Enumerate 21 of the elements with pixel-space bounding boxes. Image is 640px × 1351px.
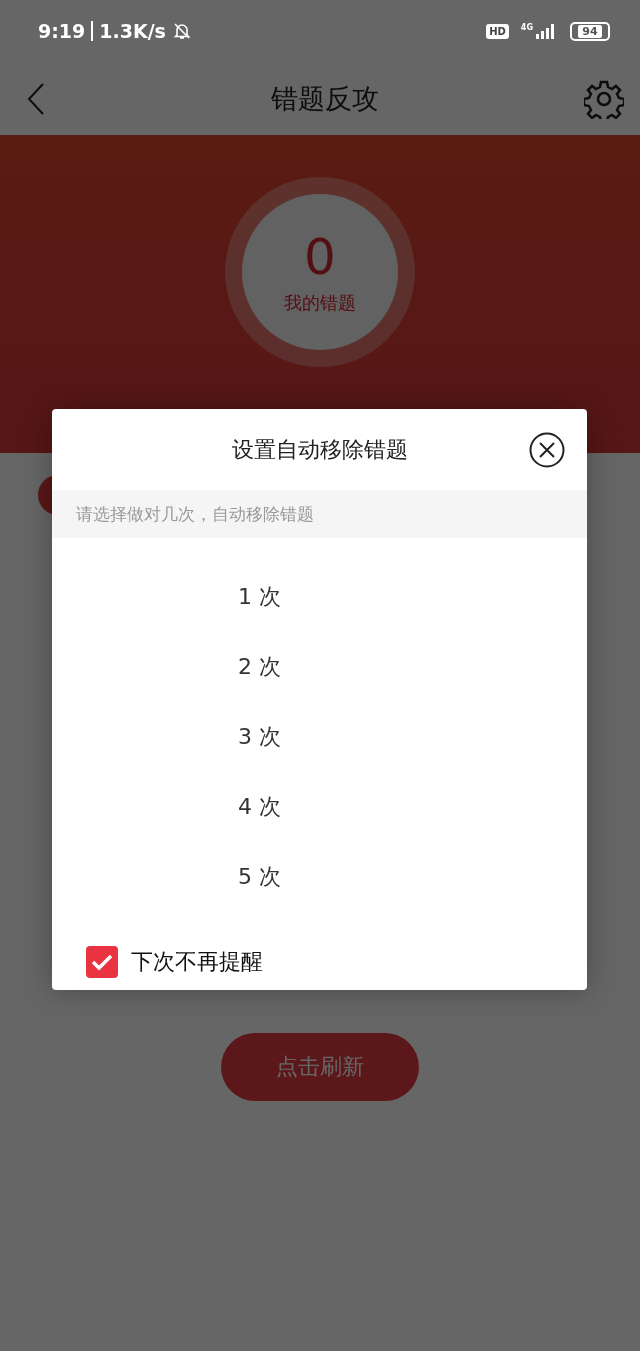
back-icon[interactable] — [26, 81, 46, 116]
count-option[interactable]: 1 次 — [238, 562, 281, 632]
count-option[interactable]: 4 次 — [238, 772, 281, 842]
count-option[interactable]: 3 次 — [238, 702, 281, 772]
page-title: 错题反攻 — [270, 81, 380, 116]
count-option[interactable]: 5 次 — [238, 842, 281, 912]
hd-badge: HD — [486, 23, 509, 39]
hint-text: 请选择做对几次，自动移除错题 — [52, 490, 587, 538]
mistake-label: 我的错题 — [284, 290, 356, 315]
checkbox-label: 下次不再提醒 — [131, 948, 263, 976]
count-option[interactable]: 2 次 — [238, 632, 281, 702]
close-icon[interactable] — [529, 431, 565, 468]
mistake-count: 0 — [304, 229, 336, 285]
bell-muted-icon — [171, 21, 192, 41]
dialog-title: 设置自动移除错题 — [230, 435, 409, 464]
clock-time: 9:19 — [38, 20, 86, 42]
cellular-signal: 4G — [520, 23, 558, 39]
battery-indicator: 94 — [570, 21, 610, 41]
settings-icon[interactable] — [584, 78, 624, 119]
network-speed: 1.3K/s — [99, 20, 166, 42]
checkbox[interactable] — [86, 946, 118, 978]
